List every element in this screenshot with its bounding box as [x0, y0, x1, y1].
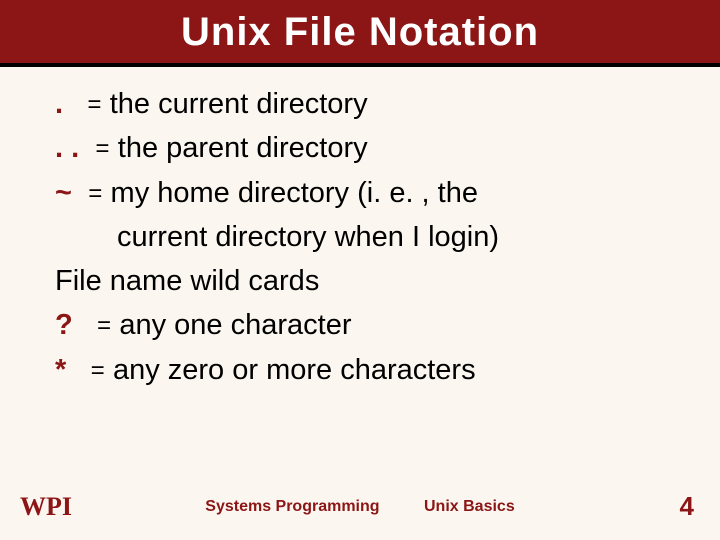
item-dot: . = the current directory [55, 85, 680, 123]
symbol-tilde: ~ [55, 177, 72, 209]
footer-center: Systems Programming Unix Basics [0, 498, 720, 516]
symbol-star: * [55, 354, 66, 386]
eq-star: = [90, 359, 104, 386]
eq-tilde: = [88, 182, 102, 209]
text-tilde-line1: my home directory (i. e. , the [111, 177, 478, 209]
footer: WPI Systems Programming Unix Basics 4 [0, 492, 720, 522]
footer-topic: Unix Basics [424, 498, 515, 515]
symbol-dotdot: . . [55, 132, 79, 164]
item-tilde-cont: current directory when I login) [55, 218, 680, 256]
item-qmark: ? = any one character [55, 306, 680, 344]
text-dotdot: the parent directory [118, 132, 368, 164]
symbol-qmark: ? [55, 309, 73, 341]
footer-course: Systems Programming [205, 498, 379, 515]
eq-dot: = [87, 93, 101, 120]
item-star: * = any zero or more characters [55, 351, 680, 389]
eq-qmark: = [97, 314, 111, 341]
content: . = the current directory . . = the pare… [0, 67, 720, 389]
item-dotdot: . . = the parent directory [55, 129, 680, 167]
title-band: Unix File Notation [0, 0, 720, 67]
symbol-dot: . [55, 88, 63, 120]
slide-title: Unix File Notation [0, 10, 720, 55]
slide: Unix File Notation . = the current direc… [0, 0, 720, 540]
wildcards-header: File name wild cards [55, 262, 680, 300]
page-number: 4 [680, 491, 694, 522]
text-tilde-line2: current directory when I login) [117, 221, 499, 253]
text-dot: the current directory [110, 88, 368, 120]
text-qmark: any one character [119, 309, 351, 341]
eq-dotdot: = [95, 137, 109, 164]
item-tilde: ~ = my home directory (i. e. , the [55, 174, 680, 212]
text-star: any zero or more characters [113, 354, 476, 386]
